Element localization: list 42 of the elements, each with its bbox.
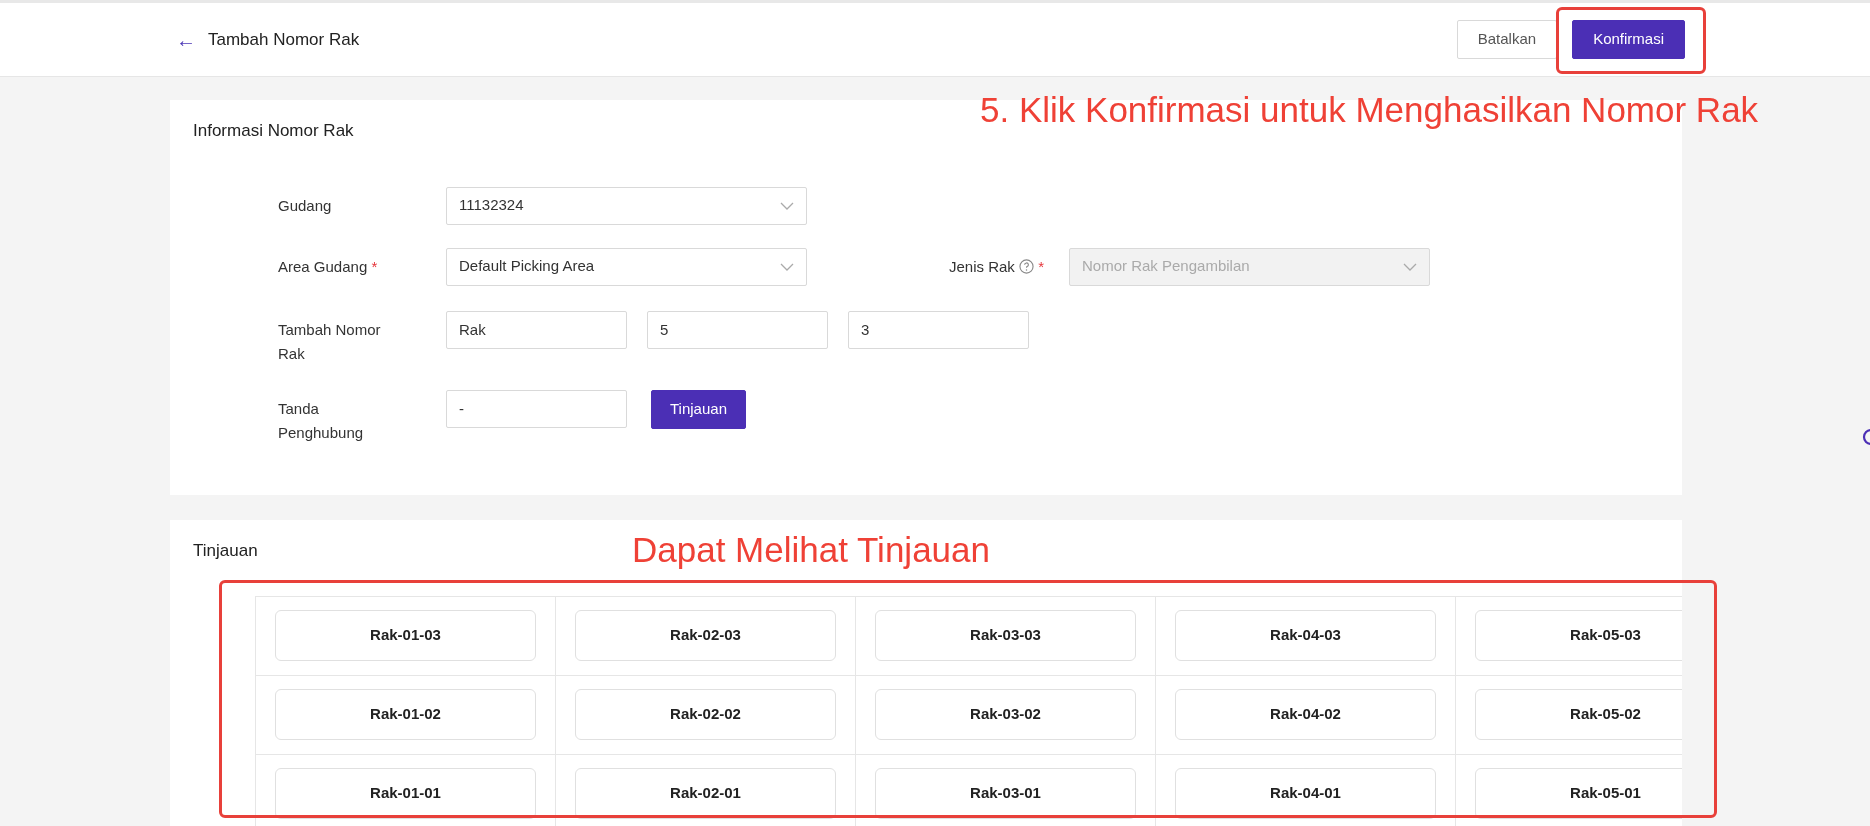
shelf-number-chip: Rak-05-03 — [1475, 609, 1682, 661]
section-title: Informasi Nomor Rak — [193, 120, 354, 142]
input-field[interactable]: 3 — [848, 310, 1029, 349]
shelf-number-chip: Rak-02-02 — [575, 688, 836, 740]
field-label: Tambah Nomor Rak — [278, 320, 381, 362]
back-arrow-icon[interactable]: ← — [176, 29, 196, 50]
field-label: Jenis Rak — [949, 257, 1015, 275]
field-label: Gudang — [278, 196, 332, 214]
required-asterisk: * — [371, 257, 378, 275]
input-field[interactable]: - — [446, 389, 627, 428]
shelf-number-chip: Rak-05-02 — [1475, 688, 1682, 740]
shelf-number-chip: Rak-02-01 — [575, 767, 836, 819]
shelf-number-chip: Rak-04-03 — [1175, 609, 1436, 661]
annotation-text: Dapat Melihat Tinjauan — [632, 532, 990, 567]
section-title: Tinjauan — [193, 540, 258, 562]
select-field[interactable]: 11132324 — [446, 186, 807, 225]
chevron-down-icon — [780, 262, 794, 271]
input-field[interactable]: 5 — [647, 310, 828, 349]
shelf-number-chip: Rak-05-01 — [1475, 767, 1682, 819]
required-asterisk: * — [1038, 257, 1045, 275]
help-icon[interactable] — [1019, 258, 1035, 274]
field-label: Area Gudang — [278, 257, 368, 275]
cancel-button[interactable]: Batalkan — [1456, 20, 1558, 59]
shelf-number-chip: Rak-04-02 — [1175, 688, 1436, 740]
shelf-number-chip: Rak-04-01 — [1175, 767, 1436, 819]
field-label: Tanda Penghubung — [278, 399, 364, 441]
chevron-down-icon — [1403, 262, 1417, 271]
shelf-number-chip: Rak-01-01 — [275, 767, 536, 819]
input-field[interactable]: Rak — [446, 310, 627, 349]
preview-button[interactable]: Tinjauan — [651, 389, 746, 429]
shelf-number-chip: Rak-01-02 — [275, 688, 536, 740]
shelf-number-chip: Rak-03-02 — [875, 688, 1136, 740]
chevron-down-icon — [780, 201, 794, 210]
confirm-button[interactable]: Konfirmasi — [1572, 20, 1685, 59]
shelf-number-chip: Rak-03-03 — [875, 609, 1136, 661]
annotation-text: 5. Klik Konfirmasi untuk Menghasilkan Nomor Rak — [980, 92, 1759, 127]
shelf-number-chip: Rak-03-01 — [875, 767, 1136, 819]
page-title: Tambah Nomor Rak — [208, 28, 360, 51]
select-field: Nomor Rak Pengambilan — [1069, 247, 1430, 286]
shelf-number-chip: Rak-02-03 — [575, 609, 836, 661]
shelf-number-chip: Rak-01-03 — [275, 609, 536, 661]
select-field[interactable]: Default Picking Area — [446, 247, 807, 286]
